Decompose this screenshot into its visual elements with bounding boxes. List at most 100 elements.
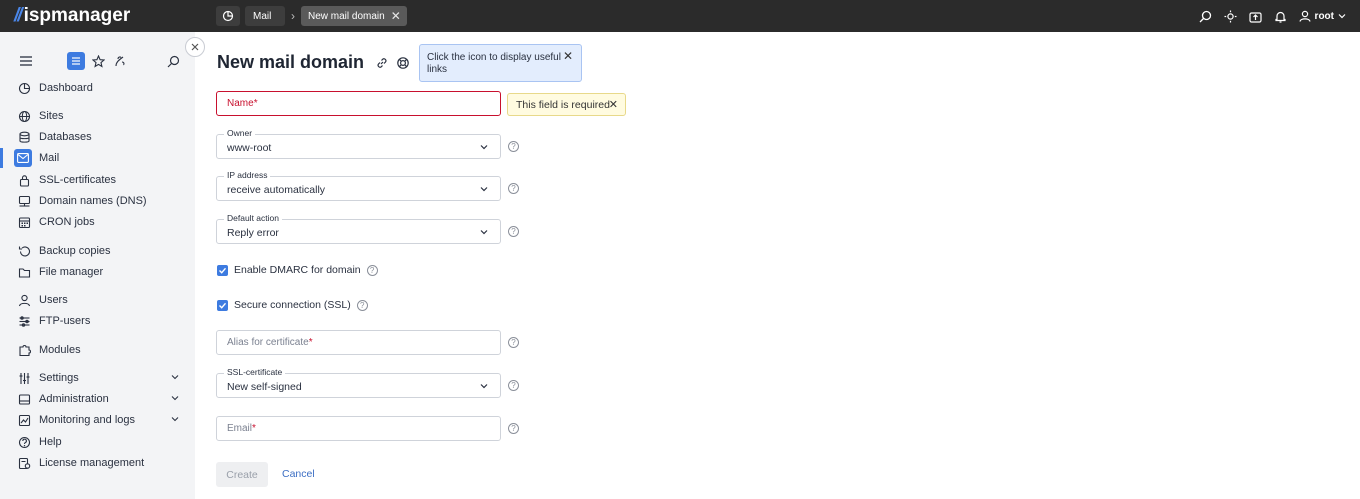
help-icon[interactable]: ?	[366, 264, 378, 276]
top-bar: // ispmanager Mail › New mail domain ✕ r…	[0, 0, 1360, 32]
close-error-icon[interactable]: ✕	[609, 98, 618, 111]
sidebar-item-administration[interactable]: Administration	[0, 389, 195, 409]
tooltip-text: Click the icon to display useful links	[427, 52, 561, 75]
sidebar-search-icon[interactable]	[164, 52, 182, 70]
help-icon[interactable]: ?	[508, 226, 519, 237]
close-sidebar-button[interactable]	[185, 37, 205, 57]
sidebar-item-settings[interactable]: Settings	[0, 368, 195, 388]
logo-text: ispmanager	[23, 5, 131, 26]
alias-placeholder: Alias for certificate*	[227, 337, 313, 348]
name-placeholder: Name*	[227, 98, 258, 109]
chevron-down-icon	[171, 375, 179, 380]
sidebar-item-databases[interactable]: Databases	[0, 127, 195, 147]
name-placeholder-text: Name	[227, 98, 254, 109]
sidebar-item-label: Sites	[39, 110, 64, 122]
user-menu[interactable]: root	[1298, 10, 1346, 22]
email-input[interactable]: Email*	[216, 416, 501, 441]
checkbox-checked-icon[interactable]	[217, 299, 228, 311]
sidebar-item-label: Settings	[39, 372, 79, 384]
sidebar-item-modules[interactable]: Modules	[0, 340, 195, 360]
link-icon[interactable]	[375, 56, 389, 70]
sidebar-item-dashboard[interactable]: Dashboard	[0, 78, 195, 98]
field-required-tooltip: This field is required ✕	[507, 93, 626, 116]
sidebar-item-file-manager[interactable]: File manager	[0, 262, 195, 282]
help-icon[interactable]: ?	[508, 423, 519, 434]
name-input[interactable]: Name*	[216, 91, 501, 116]
required-mark: *	[252, 423, 256, 434]
search-icon[interactable]	[1199, 10, 1212, 23]
sidebar-item-label: Backup copies	[39, 245, 111, 257]
ssl-certificate-select[interactable]: SSL-certificate New self-signed	[216, 367, 501, 398]
cancel-button[interactable]: Cancel	[282, 468, 315, 480]
checkbox-checked-icon[interactable]	[217, 264, 228, 276]
required-mark: *	[253, 98, 258, 109]
default-action-select[interactable]: Default action Reply error	[216, 213, 501, 244]
create-button[interactable]: Create	[216, 462, 268, 487]
close-icon	[191, 43, 199, 51]
alias-input[interactable]: Alias for certificate*	[216, 330, 501, 355]
close-tooltip-icon[interactable]: ✕	[563, 50, 573, 62]
plugin-icon[interactable]	[110, 52, 128, 70]
calendar-icon	[17, 215, 31, 229]
sidebar-item-users[interactable]: Users	[0, 290, 195, 310]
breadcrumb: Mail › New mail domain ✕	[216, 6, 407, 26]
required-mark: *	[308, 337, 313, 348]
sidebar-item-label: Databases	[39, 131, 92, 143]
sidebar-item-monitoring[interactable]: Monitoring and logs	[0, 410, 195, 430]
help-icon[interactable]: ?	[508, 380, 519, 391]
chart-icon	[17, 413, 31, 427]
main-content: New mail domain Click the icon to displa…	[195, 32, 1360, 499]
email-placeholder: Email*	[227, 423, 256, 434]
sidebar-item-label: Mail	[39, 152, 60, 164]
sidebar-item-cron-jobs[interactable]: CRON jobs	[0, 212, 195, 232]
top-actions: root	[1199, 0, 1346, 32]
star-icon[interactable]	[89, 52, 107, 70]
ip-address-select[interactable]: IP address receive automatically	[216, 170, 501, 201]
sidebar-item-help[interactable]: Help	[0, 432, 195, 452]
ssl-certificate-value: New self-signed	[227, 381, 302, 393]
secure-connection-checkbox[interactable]: Secure connection (SSL) ?	[217, 299, 368, 311]
lifebuoy-icon[interactable]	[396, 56, 410, 70]
sidebar-item-license-management[interactable]: License management	[0, 453, 195, 473]
dashboard-icon	[17, 81, 31, 95]
sidebar: Dashboard Sites Databases Mail SSL-certi…	[0, 32, 195, 499]
owner-label: Owner	[224, 128, 256, 138]
close-tab-icon[interactable]: ✕	[391, 9, 401, 23]
dmarc-checkbox[interactable]: Enable DMARC for domain ?	[217, 264, 378, 276]
email-placeholder-text: Email	[227, 423, 253, 434]
owner-select[interactable]: Owner www-root	[216, 128, 501, 159]
list-view-icon[interactable]	[67, 52, 85, 70]
sidebar-item-backup-copies[interactable]: Backup copies	[0, 241, 195, 261]
sidebar-item-label: Monitoring and logs	[39, 414, 136, 426]
help-icon[interactable]: ?	[508, 183, 519, 194]
help-icon[interactable]: ?	[508, 337, 519, 348]
upload-icon[interactable]	[1248, 10, 1262, 23]
bell-icon[interactable]	[1274, 10, 1287, 23]
chevron-down-icon	[171, 417, 179, 422]
logo-mark: //	[14, 5, 22, 26]
sidebar-item-label: SSL-certificates	[39, 174, 117, 186]
dashboard-icon	[222, 10, 234, 22]
breadcrumb-mail[interactable]: Mail	[245, 6, 285, 26]
help-icon[interactable]: ?	[508, 141, 519, 152]
chevron-down-icon	[480, 384, 488, 389]
page-title: New mail domain	[217, 52, 365, 72]
hamburger-icon[interactable]	[17, 52, 35, 70]
dashboard-tab[interactable]	[216, 6, 240, 26]
sidebar-item-ssl-certificates[interactable]: SSL-certificates	[0, 170, 195, 190]
dmarc-label: Enable DMARC for domain	[234, 264, 361, 276]
sidebar-item-dns[interactable]: Domain names (DNS)	[0, 191, 195, 211]
dns-icon	[17, 194, 31, 208]
theme-icon[interactable]	[1224, 10, 1237, 23]
sidebar-item-ftp-users[interactable]: FTP-users	[0, 311, 195, 331]
sidebar-item-sites[interactable]: Sites	[0, 106, 195, 126]
breadcrumb-current[interactable]: New mail domain ✕	[301, 6, 407, 26]
error-text: This field is required	[516, 98, 610, 111]
sidebar-item-label: License management	[39, 457, 145, 469]
logo[interactable]: // ispmanager	[14, 5, 214, 27]
sidebar-item-label: Administration	[39, 393, 109, 405]
backup-icon	[17, 244, 31, 258]
sidebar-item-label: CRON jobs	[39, 216, 95, 228]
help-icon[interactable]: ?	[356, 299, 368, 311]
sidebar-item-mail[interactable]: Mail	[0, 148, 195, 168]
